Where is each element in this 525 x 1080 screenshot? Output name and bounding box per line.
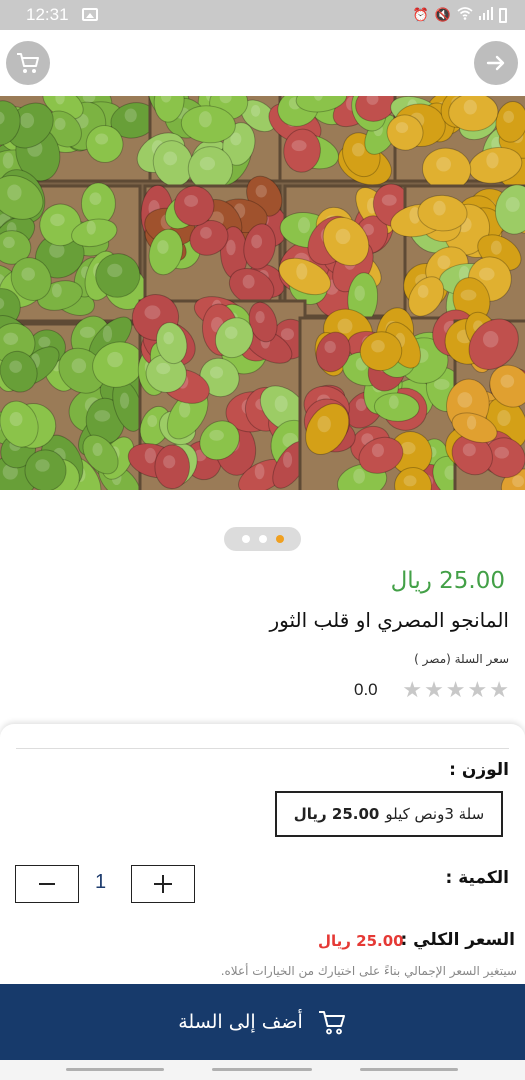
- minus-icon: [39, 883, 55, 885]
- divider: [16, 748, 509, 749]
- image-icon: [82, 8, 98, 21]
- status-time: 12:31: [26, 5, 69, 24]
- increase-quantity-button[interactable]: [131, 865, 195, 903]
- total-price: 25.00 ريال: [318, 932, 404, 950]
- product-price: 25.00 ريال: [390, 568, 505, 594]
- wifi-icon: [457, 7, 473, 24]
- weight-label: الوزن :: [449, 760, 509, 780]
- carousel-dot[interactable]: [258, 535, 267, 543]
- top-bar: [0, 30, 525, 96]
- status-icons: ⏰ 🔇: [413, 7, 507, 24]
- quantity-value: 1: [95, 871, 107, 893]
- status-bar: 12:31 ⏰ 🔇: [0, 0, 525, 30]
- cart-icon: [318, 1011, 345, 1035]
- total-price-value: 25.00 ريال: [318, 932, 404, 950]
- rating-stars: ★ ★ ★ ★ ★: [309, 678, 509, 704]
- add-to-cart-button[interactable]: أضف إلى السلة: [0, 984, 525, 1060]
- product-image[interactable]: [0, 96, 525, 490]
- star-icon: ★: [489, 678, 509, 703]
- plus-icon: [154, 875, 172, 893]
- total-label: السعر الكلي :: [400, 930, 515, 950]
- mango-crates-image: [0, 96, 525, 490]
- carousel-pager[interactable]: [224, 527, 301, 551]
- carousel-dot[interactable]: [241, 535, 250, 543]
- cart-button[interactable]: [6, 41, 50, 85]
- signal-icon: [479, 7, 493, 24]
- nav-home[interactable]: [212, 1068, 312, 1071]
- battery-icon: [499, 8, 507, 23]
- system-nav-bar: [0, 1060, 525, 1080]
- price-note: سيتغير السعر الإجمالي بناءً على اختيارك …: [220, 964, 517, 978]
- weight-option-name: سلة 3ونص كيلو: [385, 805, 485, 823]
- forward-button[interactable]: [474, 41, 518, 85]
- weight-option[interactable]: سلة 3ونص كيلو 25.00 ريال: [275, 791, 503, 837]
- carousel-dot[interactable]: [275, 535, 284, 543]
- mute-icon: 🔇: [434, 8, 451, 23]
- add-to-cart-label: أضف إلى السلة: [178, 1011, 303, 1033]
- nav-back[interactable]: [360, 1068, 458, 1071]
- star-icon: ★: [402, 678, 423, 703]
- star-icon: ★: [445, 678, 466, 703]
- alarm-icon: ⏰: [412, 8, 429, 23]
- product-title: المانجو المصري او قلب الثور: [269, 608, 509, 632]
- nav-recent[interactable]: [66, 1068, 164, 1071]
- quantity-label: الكمية :: [445, 868, 509, 888]
- star-icon: ★: [424, 678, 444, 703]
- weight-option-price: 25.00 ريال: [293, 805, 380, 823]
- star-icon: ★: [467, 678, 488, 703]
- decrease-quantity-button[interactable]: [15, 865, 79, 903]
- rating-value: 0.0: [354, 680, 378, 699]
- product-subtitle: سعر السلة (مصر ): [414, 652, 509, 666]
- cart-icon: [17, 53, 39, 73]
- arrow-right-icon: [486, 55, 505, 71]
